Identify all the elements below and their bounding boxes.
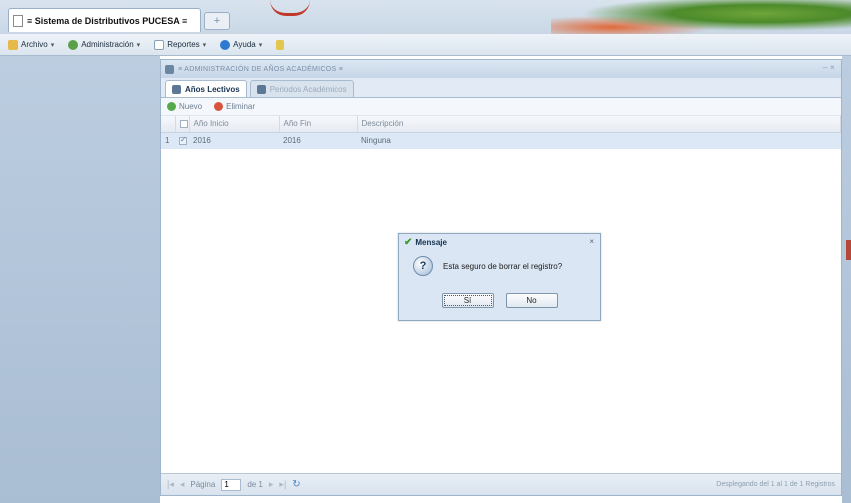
delete-icon [214, 102, 224, 111]
delete-button[interactable]: Eliminar [214, 102, 255, 111]
window-tabs: Años Lectivos Periodos Académicos [161, 78, 841, 98]
cell-end-year: 2016 [283, 136, 301, 146]
desktop-background-left [0, 56, 160, 503]
refresh-icon[interactable]: ↻ [292, 479, 300, 490]
add-icon [167, 102, 176, 111]
gear-icon [68, 39, 79, 50]
first-page-icon[interactable]: |◂ [167, 479, 174, 490]
header-select-all[interactable] [175, 116, 190, 133]
delete-button-label: Eliminar [226, 102, 256, 111]
tab-label: Años Lectivos [185, 84, 240, 94]
window-title: ≡ ADMINISTRACIÓN DE AÑOS ACADÉMICOS ≡ [178, 65, 344, 73]
menu-archivo[interactable]: Archivo ▾ [8, 39, 55, 50]
close-icon[interactable]: × [589, 237, 594, 246]
document-icon [13, 14, 23, 27]
menu-ayuda-label: Ayuda [233, 40, 256, 49]
header-description[interactable]: Descripción [357, 116, 841, 133]
last-page-icon[interactable]: ▸| [279, 479, 286, 490]
row-number: 1 [165, 136, 170, 146]
no-button[interactable]: No [505, 293, 558, 308]
paging-info: Desplegando del 1 al 1 de 1 Registros [716, 481, 835, 488]
tab-label: Periodos Académicos [269, 84, 347, 94]
yes-button[interactable]: Sí [441, 293, 494, 308]
row-checkbox-cell[interactable] [175, 132, 189, 149]
menu-administracion[interactable]: Administración ▾ [68, 39, 141, 50]
question-icon: ? [413, 256, 433, 276]
table-row[interactable]: 1 2016 2016 Ninguna [161, 132, 841, 149]
window-icon [165, 64, 174, 74]
menu-reportes-label: Reportes [167, 40, 200, 49]
browser-tab-title: ≡ Sistema de Distributivos PUCESA ≡ [27, 15, 188, 26]
next-page-icon[interactable]: ▸ [269, 479, 274, 490]
page-of-label: de 1 [247, 480, 263, 489]
checkmark-icon: ✔ [404, 236, 413, 248]
chevron-down-icon: ▾ [50, 41, 55, 49]
chevron-down-icon: ▾ [202, 41, 207, 49]
menu-archivo-label: Archivo [21, 40, 48, 49]
paging-toolbar: |◂ ◂ Página de 1 ▸ ▸| ↻ Desplegando del … [161, 473, 841, 495]
dialog-title-bar[interactable]: ✔ Mensaje [399, 234, 600, 250]
academic-years-grid: Año Inicio Año Fin Descripción 1 2016 20… [161, 116, 841, 149]
cell-start-year: 2016 [193, 136, 211, 146]
key-icon [276, 39, 285, 50]
header-end-year[interactable]: Año Fin [279, 116, 358, 133]
tab-periodos-academicos[interactable]: Periodos Académicos [249, 80, 354, 97]
prev-page-icon[interactable]: ◂ [180, 479, 185, 490]
desktop-accent [846, 240, 851, 260]
tab-anos-lectivos[interactable]: Años Lectivos [165, 80, 247, 97]
confirm-dialog: ✔ Mensaje × ? Esta seguro de borrar el r… [398, 233, 601, 321]
browser-tab[interactable]: ≡ Sistema de Distributivos PUCESA ≡ [8, 8, 201, 32]
browser-tab-strip: ≡ Sistema de Distributivos PUCESA ≡ + [0, 0, 851, 34]
help-icon [220, 39, 231, 50]
new-tab-button[interactable]: + [204, 12, 230, 30]
page-number-input[interactable] [221, 478, 242, 491]
select-all-checkbox[interactable] [179, 120, 188, 129]
cell-description: Ninguna [361, 136, 391, 146]
menu-bar: Archivo ▾ Administración ▾ Reportes ▾ Ay… [0, 34, 851, 56]
report-icon [154, 39, 165, 50]
dialog-title: Mensaje [415, 237, 447, 247]
folder-icon [8, 39, 18, 50]
menu-key[interactable] [276, 39, 285, 50]
new-button[interactable]: Nuevo [167, 102, 202, 111]
header-rownum [161, 116, 176, 133]
page-label: Página [190, 480, 216, 489]
header-start-year[interactable]: Año Inicio [189, 116, 280, 133]
chevron-down-icon: ▾ [136, 41, 141, 49]
row-checkbox[interactable] [179, 135, 187, 146]
window-tools[interactable]: – × [823, 63, 835, 72]
desktop-background-right [842, 56, 851, 503]
grid-toolbar: Nuevo Eliminar [161, 98, 841, 116]
dialog-buttons: Sí No [399, 293, 600, 308]
header-artwork-stroke [270, 0, 310, 16]
menu-administracion-label: Administración [81, 40, 134, 49]
new-button-label: Nuevo [179, 102, 203, 111]
header-artwork [551, 0, 851, 34]
grid-icon [256, 84, 266, 94]
menu-reportes[interactable]: Reportes ▾ [154, 39, 207, 50]
window-title-bar[interactable]: ≡ ADMINISTRACIÓN DE AÑOS ACADÉMICOS ≡ – … [161, 60, 841, 78]
dialog-message: Esta seguro de borrar el registro? [443, 261, 563, 271]
grid-icon [172, 84, 181, 94]
chevron-down-icon: ▾ [258, 41, 263, 49]
dialog-body: ? Esta seguro de borrar el registro? [399, 250, 600, 276]
menu-ayuda[interactable]: Ayuda ▾ [220, 39, 263, 50]
